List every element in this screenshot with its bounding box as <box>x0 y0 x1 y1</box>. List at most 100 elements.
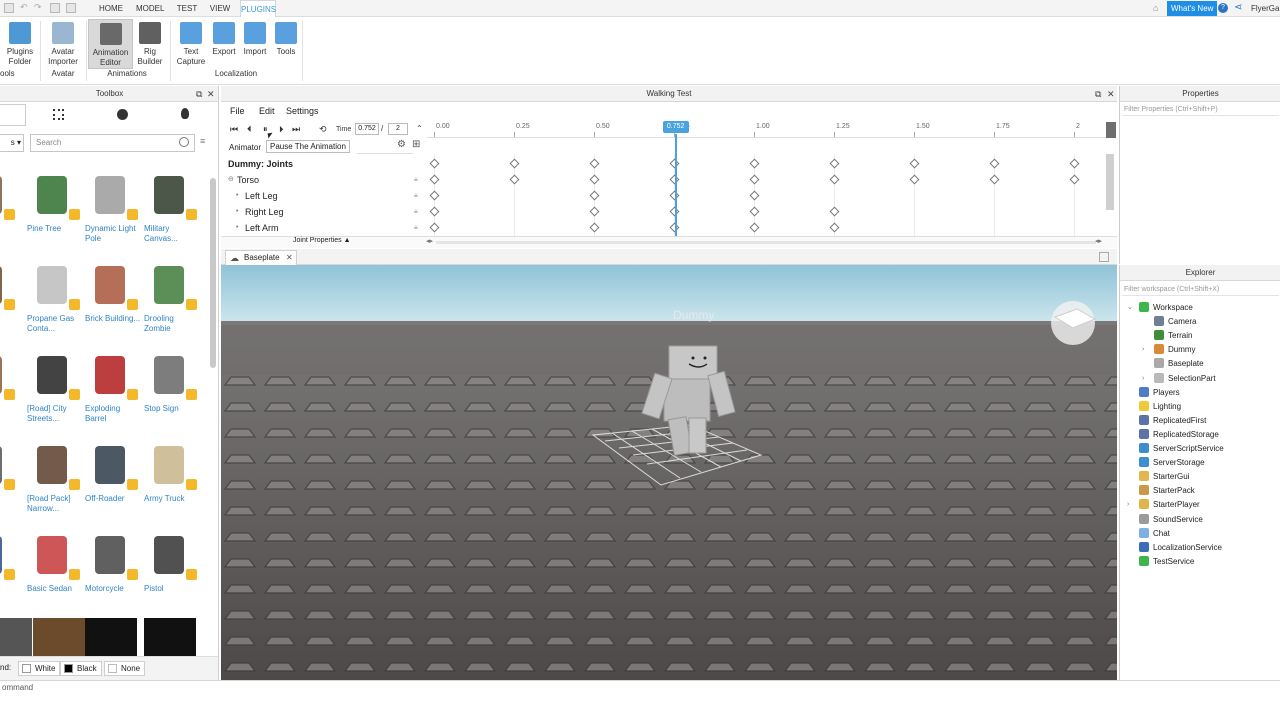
explorer-item[interactable]: ReplicatedFirst <box>1139 414 1206 428</box>
redo-icon[interactable]: ↷ <box>34 3 44 13</box>
toolbox-item[interactable]: Brick Building... <box>85 260 141 324</box>
toolbox-item[interactable]: Pine Tree <box>27 170 83 234</box>
keyframe-marker[interactable] <box>749 190 760 201</box>
category-dropdown[interactable]: s ▾ <box>0 134 24 152</box>
new-icon[interactable] <box>66 3 76 13</box>
avatar-importer-button[interactable]: Avatar Importer <box>44 19 82 69</box>
command-bar[interactable]: ommand <box>0 680 1280 696</box>
toolbox-item-thumbnail[interactable] <box>85 618 137 658</box>
zoom-handle-right-icon[interactable]: ◂▸ <box>1095 237 1102 245</box>
background-none-button[interactable]: None <box>104 661 146 676</box>
background-white-button[interactable]: White <box>18 661 61 676</box>
keyframe-marker[interactable] <box>589 174 600 185</box>
toolbox-item[interactable]: Basic Sedan <box>27 530 83 594</box>
timeline-scrollbar[interactable] <box>1106 154 1114 210</box>
explorer-item[interactable]: ServerScriptService <box>1139 442 1224 456</box>
menu-tab-model[interactable]: MODEL <box>136 0 164 17</box>
previous-keyframe-icon[interactable]: ⏴ <box>247 124 252 135</box>
lock-icon[interactable]: 🔒︎ <box>414 172 418 188</box>
keyframe-marker[interactable] <box>429 158 440 169</box>
explorer-item[interactable]: Chat <box>1139 527 1170 541</box>
tab-recent[interactable] <box>97 104 147 126</box>
keyframe-marker[interactable] <box>429 174 440 185</box>
keyframe-marker[interactable] <box>429 190 440 201</box>
tab-baseplate[interactable]: ☁ Baseplate ✕ <box>225 250 297 265</box>
explorer-item[interactable]: StarterGui <box>1139 470 1189 484</box>
gear-icon[interactable]: ⚙ <box>397 139 406 150</box>
keyframe-marker[interactable] <box>589 190 600 201</box>
explorer-item[interactable]: ServerStorage <box>1139 456 1205 470</box>
loop-icon[interactable]: ⟲ <box>319 124 327 135</box>
keyframe-marker[interactable] <box>989 158 1000 169</box>
explorer-item[interactable]: ⌄ Workspace <box>1127 301 1193 315</box>
menu-tab-home[interactable]: HOME <box>97 0 125 17</box>
keyframe-marker[interactable] <box>749 158 760 169</box>
scrollbar[interactable] <box>210 178 216 368</box>
toolbox-item-thumbnail[interactable] <box>144 618 196 658</box>
explorer-item[interactable]: ReplicatedStorage <box>1139 428 1219 442</box>
keyframe-marker[interactable] <box>749 206 760 217</box>
user-name[interactable]: FlyerGal <box>1251 4 1280 13</box>
explorer-item[interactable]: Camera <box>1154 315 1196 329</box>
joint-row[interactable]: • Left Leg 🔒︎ <box>221 188 431 204</box>
keyframe-marker[interactable] <box>429 206 440 217</box>
keyframe-marker[interactable] <box>909 174 920 185</box>
explorer-item[interactable]: Players <box>1139 386 1180 400</box>
explorer-item[interactable]: › StarterPlayer <box>1127 498 1200 512</box>
expand-arrow-icon[interactable]: › <box>1127 498 1129 512</box>
keyframe-marker[interactable] <box>1069 174 1080 185</box>
file-icon[interactable] <box>4 3 14 13</box>
explorer-item[interactable]: Lighting <box>1139 400 1181 414</box>
animation-editor-button[interactable]: Animation Editor <box>88 19 133 69</box>
explorer-item[interactable]: › Dummy <box>1142 343 1196 357</box>
explorer-item[interactable]: SoundService <box>1139 513 1203 527</box>
toolbox-item[interactable]: Dynamic Light Pole <box>85 170 141 244</box>
close-icon[interactable]: ✕ <box>207 86 215 102</box>
tools-button[interactable]: Tools <box>272 19 300 69</box>
keyframe-marker[interactable] <box>429 222 440 233</box>
3d-viewport[interactable]: ​ Dummy <box>221 265 1117 680</box>
share-icon[interactable]: ⋖ <box>1234 2 1242 13</box>
keyframe-marker[interactable] <box>909 158 920 169</box>
joints-header[interactable]: Dummy: Joints <box>221 156 431 172</box>
toolbox-item[interactable]: Pistol <box>144 530 200 594</box>
keyframe-marker[interactable] <box>509 158 520 169</box>
save-icon[interactable] <box>50 3 60 13</box>
toolbox-item-thumbnail[interactable] <box>33 618 85 658</box>
joint-row[interactable]: ⊖ Torso 🔒︎ <box>221 172 431 188</box>
explorer-item[interactable]: StarterPack <box>1139 484 1195 498</box>
help-icon[interactable]: ? <box>1218 3 1228 13</box>
expand-arrow-icon[interactable]: › <box>1142 343 1144 357</box>
close-icon[interactable]: ✕ <box>1107 86 1115 102</box>
properties-filter-input[interactable]: Filter Properties (Ctrl+Shift+P) <box>1122 103 1279 116</box>
search-icon[interactable] <box>179 137 189 147</box>
toolbox-item[interactable]: ack] ard... <box>0 440 18 504</box>
toolbox-item[interactable]: [Road] City Streets... <box>27 350 83 424</box>
explorer-item[interactable]: TestService <box>1139 555 1194 569</box>
float-icon[interactable]: ⧉ <box>1095 86 1101 102</box>
explorer-item[interactable]: Terrain <box>1154 329 1192 343</box>
zoom-handle-icon[interactable]: ◂▸ <box>426 237 433 245</box>
length-input[interactable]: 2 <box>388 123 408 135</box>
toolbox-item[interactable]: ation <box>0 170 18 234</box>
menu-edit[interactable]: Edit <box>259 106 275 116</box>
explorer-item[interactable]: › SelectionPart <box>1142 372 1216 386</box>
keyframe-marker[interactable] <box>589 158 600 169</box>
whats-new-button[interactable]: What's New <box>1167 1 1218 16</box>
fullscreen-icon[interactable] <box>1099 252 1109 262</box>
toolbox-item[interactable] <box>0 350 18 404</box>
toolbox-item-thumbnail[interactable] <box>0 618 32 658</box>
toolbox-item[interactable]: Military Canvas... <box>144 170 200 244</box>
toolbox-item[interactable]: Exploding Barrel <box>85 350 141 424</box>
collapse-arrow-icon[interactable]: ⌄ <box>1127 301 1133 315</box>
expand-toggle-icon[interactable]: • <box>236 220 238 236</box>
search-input[interactable]: Search <box>30 134 195 152</box>
toolbox-item[interactable]: n <box>0 260 18 324</box>
keyframe-marker[interactable] <box>589 206 600 217</box>
lock-icon[interactable]: 🔒︎ <box>414 188 418 204</box>
tab-creations[interactable] <box>160 104 210 126</box>
keyframe-marker[interactable] <box>509 174 520 185</box>
expand-toggle-icon[interactable]: • <box>236 204 238 220</box>
collapse-icon[interactable]: ⌃ <box>416 124 423 133</box>
explorer-filter-input[interactable]: Filter workspace (Ctrl+Shift+X) <box>1122 283 1279 296</box>
